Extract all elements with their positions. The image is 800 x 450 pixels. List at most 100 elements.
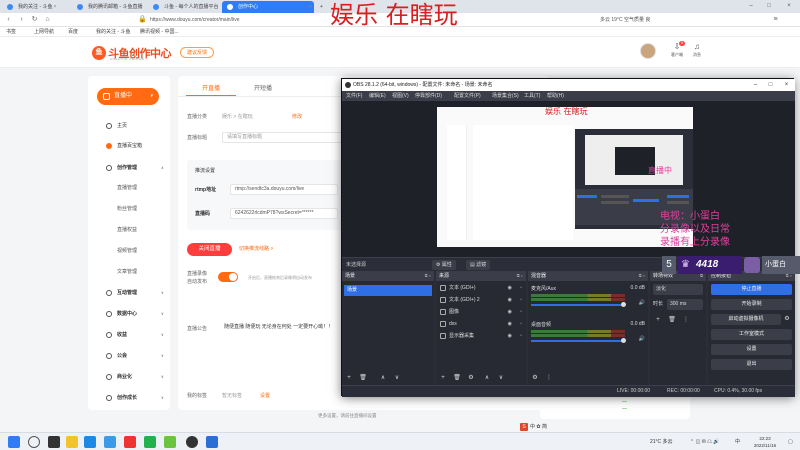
start-recording-button[interactable]: 开始录制	[711, 299, 792, 310]
menu-file[interactable]: 文件(F)	[346, 91, 362, 101]
speaker-icon[interactable]: 🔊	[639, 336, 645, 342]
browser-tab[interactable]: 斗鱼 - 每个人的直播平台	[148, 1, 224, 13]
file-explorer-icon[interactable]	[66, 436, 78, 448]
more-icon[interactable]: ⋮	[544, 373, 554, 383]
trash-icon[interactable]: 🗑	[358, 373, 368, 383]
auto-publish-toggle[interactable]	[218, 272, 238, 282]
title-input[interactable]: 请填写直播标题	[222, 132, 342, 143]
stop-streaming-button[interactable]: 停止直播	[711, 284, 792, 295]
sidebar-subitem-article[interactable]: 文章管理	[117, 267, 137, 277]
sidebar-subitem-fans[interactable]: 粉丝管理	[117, 204, 137, 214]
menu-docks[interactable]: 停靠部件(D)	[415, 91, 442, 101]
sidebar-item-toolbox[interactable]: 直播百宝箱	[88, 140, 170, 152]
menu-icon[interactable]: ≡	[770, 14, 781, 25]
menu-scene-collection[interactable]: 场景集合(S)	[492, 91, 519, 101]
wechat-icon[interactable]	[144, 436, 156, 448]
virtual-camera-button[interactable]: 启动虚拟摄像机	[711, 314, 781, 325]
source-item[interactable]: 图像 ◉ ▫	[436, 306, 526, 318]
sidebar-subitem-video[interactable]: 视频管理	[117, 246, 137, 256]
new-tab-button[interactable]: +	[316, 1, 329, 13]
volume-slider[interactable]	[531, 304, 625, 306]
sidebar-item-income[interactable]: 收益 ∨	[88, 329, 170, 341]
menu-edit[interactable]: 编辑(E)	[369, 91, 386, 101]
feedback-button[interactable]: 建议反馈	[180, 47, 215, 58]
menu-view[interactable]: 视图(V)	[392, 91, 409, 101]
obs-app-icon[interactable]	[186, 436, 198, 448]
close-icon[interactable]: ×	[54, 1, 57, 13]
source-item[interactable]: 显示器采集 ◉ ▫	[436, 330, 526, 342]
sidebar-item-guild[interactable]: 公会 ∨	[88, 350, 170, 362]
sidebar-item-commerce[interactable]: 商业化 ∨	[88, 371, 170, 383]
task-view-icon[interactable]	[48, 436, 60, 448]
move-down-icon[interactable]: ∨	[392, 373, 402, 383]
scene-item[interactable]: 场景	[344, 285, 432, 296]
eye-icon[interactable]: ◉	[508, 318, 512, 330]
add-icon[interactable]: +	[438, 373, 448, 383]
lock-icon[interactable]: ▫	[520, 330, 522, 342]
dock-options-icon[interactable]: ⧉ ×	[425, 271, 431, 281]
volume-slider-handle[interactable]	[621, 338, 626, 343]
ie-app-icon[interactable]	[104, 436, 116, 448]
gear-icon[interactable]: ⚙	[782, 314, 792, 324]
lock-icon[interactable]: ▫	[520, 294, 522, 306]
client-button[interactable]: ⇩ 客户端 5	[666, 41, 688, 58]
weather-widget[interactable]: 多云 19°C 空气质量 良	[600, 15, 650, 25]
windows-start-icon[interactable]	[8, 436, 20, 448]
sidebar-item-interaction[interactable]: 互动管理 ∨	[88, 287, 170, 299]
dock-options-icon[interactable]: ⧉ ×	[639, 271, 645, 281]
source-item[interactable]: 文本 (GDI+) 2 ◉ ▫	[436, 294, 526, 306]
studio-mode-button[interactable]: 工作室模式	[711, 329, 792, 340]
sidebar-subitem-rights[interactable]: 直播权益	[117, 225, 137, 235]
exit-button[interactable]: 退出	[711, 359, 792, 370]
browser-app-icon[interactable]	[84, 436, 96, 448]
sidebar-item-data[interactable]: 数据中心 ∨	[88, 308, 170, 320]
favorite-item[interactable]: 书签	[6, 27, 16, 37]
forward-icon[interactable]: ›	[16, 14, 27, 25]
minimize-icon[interactable]: –	[744, 0, 758, 13]
menu-profile[interactable]: 配置文件(P)	[454, 91, 481, 101]
green-app-icon[interactable]	[164, 436, 176, 448]
lock-icon[interactable]: ▫	[520, 282, 522, 294]
volume-slider-handle[interactable]	[621, 302, 626, 307]
avatar[interactable]	[640, 43, 656, 59]
move-up-icon[interactable]: ∧	[378, 373, 388, 383]
menu-help[interactable]: 帮助(H)	[547, 91, 564, 101]
filters-button[interactable]: ▤ 滤镜	[466, 260, 491, 270]
eye-icon[interactable]: ◉	[508, 306, 512, 318]
close-icon[interactable]: ×	[309, 1, 312, 13]
live-status-button[interactable]: 直播中 ▾	[97, 88, 159, 105]
close-window-icon[interactable]: ×	[782, 0, 796, 13]
favorite-item[interactable]: 百度	[68, 27, 78, 37]
transition-duration[interactable]: 时长 300 ms	[653, 299, 703, 310]
messages-button[interactable]: ♫ 消息	[686, 42, 708, 58]
trash-icon[interactable]: 🗑	[667, 315, 677, 325]
move-down-icon[interactable]: ∨	[496, 373, 506, 383]
tags-edit-link[interactable]: 设置	[260, 391, 270, 401]
sidebar-item-growth[interactable]: 创作成长 ∨	[88, 392, 170, 404]
eye-icon[interactable]: ◉	[508, 330, 512, 342]
browser-tab[interactable]: 我的腾讯邮箱 - 斗鱼直播	[72, 1, 148, 13]
more-settings-link[interactable]: 更多设置，请前往直播间设置	[318, 413, 377, 419]
stream-code-field[interactable]: 6242622rlcdmP78?wsSecret=******	[230, 208, 338, 219]
dock-options-icon[interactable]: ⧉ ×	[517, 271, 523, 281]
trash-icon[interactable]: 🗑	[452, 373, 462, 383]
ime-toolbar[interactable]: S中 ✿ 简	[520, 422, 547, 432]
url-input[interactable]: https://www.douyu.com/creator/main/live	[150, 15, 320, 25]
tab-short-live[interactable]: 开短播	[238, 82, 288, 96]
blue-app-icon[interactable]	[206, 436, 218, 448]
lock-icon[interactable]: ▫	[520, 306, 522, 318]
favorite-item[interactable]: 我的关注 - 斗鱼	[96, 27, 130, 37]
sidebar-subitem-live[interactable]: 直播管理	[117, 183, 137, 193]
settings-button[interactable]: 设置	[711, 344, 792, 355]
switch-line-link[interactable]: 切换推流线路 >	[239, 245, 273, 254]
favorite-item[interactable]: 上网导航	[34, 27, 54, 37]
gear-icon[interactable]: ⚙	[466, 373, 476, 383]
eye-icon[interactable]: ◉	[508, 282, 512, 294]
more-icon[interactable]: ⋮	[681, 315, 691, 325]
tray-icons[interactable]: ⌃ ◫ ✉ ☖ 🔊	[690, 433, 719, 450]
maximize-icon[interactable]: □	[762, 0, 776, 13]
lock-icon[interactable]: ▫	[520, 318, 522, 330]
browser-tab[interactable]: 我的关注 - 斗鱼 ×	[2, 1, 58, 13]
add-icon[interactable]: +	[653, 315, 663, 325]
weather-tray[interactable]: 21°C 多云	[650, 433, 673, 450]
